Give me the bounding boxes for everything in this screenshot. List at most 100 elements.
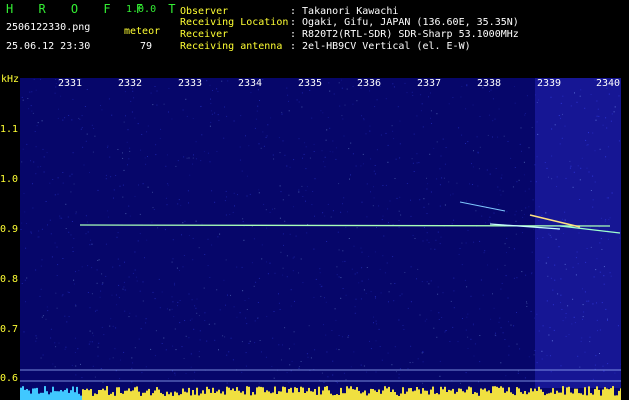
location-label: Receiving Location [180,17,289,28]
noise-speckle [389,200,391,202]
noise-speckle [384,272,386,274]
noise-speckle [101,283,103,285]
noise-speckle [516,343,518,345]
amplitude-bar [70,390,72,400]
noise-speckle [423,206,425,208]
noise-speckle [288,100,289,102]
amplitude-bar [546,393,548,400]
noise-speckle [118,297,120,299]
noise-speckle [413,171,415,172]
x-tick-label: 2331 [58,78,83,89]
noise-speckle [398,226,400,228]
noise-speckle [467,229,469,231]
noise-speckle [117,232,119,234]
noise-speckle [175,165,177,167]
noise-speckle [54,242,56,244]
amplitude-bar [342,393,344,400]
noise-speckle [392,83,394,85]
y-tick-label: 0.6 [0,373,19,384]
amplitude-bar [478,395,480,400]
noise-speckle [337,231,339,233]
noise-speckle [140,149,142,151]
noise-speckle [131,357,133,359]
amplitude-bar [270,393,272,400]
amplitude-bar [246,386,248,400]
noise-speckle [219,233,221,235]
noise-speckle [216,151,218,152]
noise-speckle [260,147,262,149]
amplitude-bar [608,389,610,400]
noise-speckle [510,324,512,326]
noise-speckle [42,148,44,150]
antenna-value: : 2el-HB9CV Vertical (el. E-W) [290,41,471,52]
noise-speckle [198,356,200,358]
noise-speckle [271,366,273,367]
amplitude-bar [34,388,36,400]
noise-speckle [478,381,479,383]
noise-speckle [249,340,251,342]
noise-speckle [361,201,363,203]
noise-speckle [91,243,93,245]
noise-speckle [261,258,263,260]
noise-speckle [314,349,316,351]
noise-speckle [332,374,334,376]
noise-speckle [363,289,365,291]
noise-speckle [140,328,142,330]
noise-speckle [127,164,128,166]
noise-speckle [204,254,206,255]
noise-speckle [73,279,75,281]
noise-speckle [279,217,281,219]
x-tick-label: 2340 [596,78,621,89]
noise-speckle [171,261,173,263]
amplitude-bar [480,388,482,400]
amplitude-bar [196,387,198,400]
noise-speckle [390,283,392,285]
amplitude-bar [526,394,528,400]
noise-speckle [169,309,171,311]
noise-speckle [525,207,527,209]
noise-speckle [71,364,73,366]
noise-speckle [375,371,377,373]
amplitude-bar [490,393,492,400]
amplitude-bar [534,388,536,400]
noise-speckle [345,226,347,228]
amplitude-bar [350,386,352,400]
noise-speckle [479,240,481,242]
noise-speckle [254,320,256,322]
noise-speckle [179,300,181,301]
amplitude-bar [518,388,520,400]
noise-speckle [342,203,343,205]
noise-speckle [183,156,185,158]
noise-speckle [116,304,118,306]
noise-speckle [380,292,382,294]
noise-speckle [279,309,281,310]
noise-speckle [517,370,519,372]
noise-speckle [449,341,451,342]
noise-speckle [404,272,406,273]
amplitude-bar [304,393,306,400]
noise-speckle [466,286,468,288]
noise-speckle [113,197,114,199]
noise-speckle [452,193,454,195]
amplitude-bar [194,394,196,400]
noise-speckle [81,266,83,268]
noise-speckle [494,334,496,336]
noise-speckle [338,276,340,278]
noise-speckle [90,239,92,241]
noise-speckle [280,191,282,193]
amplitude-bar [320,394,322,400]
noise-speckle [507,297,509,299]
y-tick-label: 1.1 [0,124,19,135]
image-filename: 2506122330.png [6,22,91,33]
noise-speckle [407,307,409,309]
noise-speckle [342,288,344,289]
noise-speckle [376,227,377,228]
noise-speckle [150,348,152,350]
noise-speckle [434,248,436,250]
noise-speckle [436,141,438,143]
amplitude-bar [378,389,380,400]
noise-speckle [57,117,59,119]
noise-speckle [472,184,473,185]
x-tick-label: 2339 [537,78,562,89]
noise-speckle [243,225,245,227]
